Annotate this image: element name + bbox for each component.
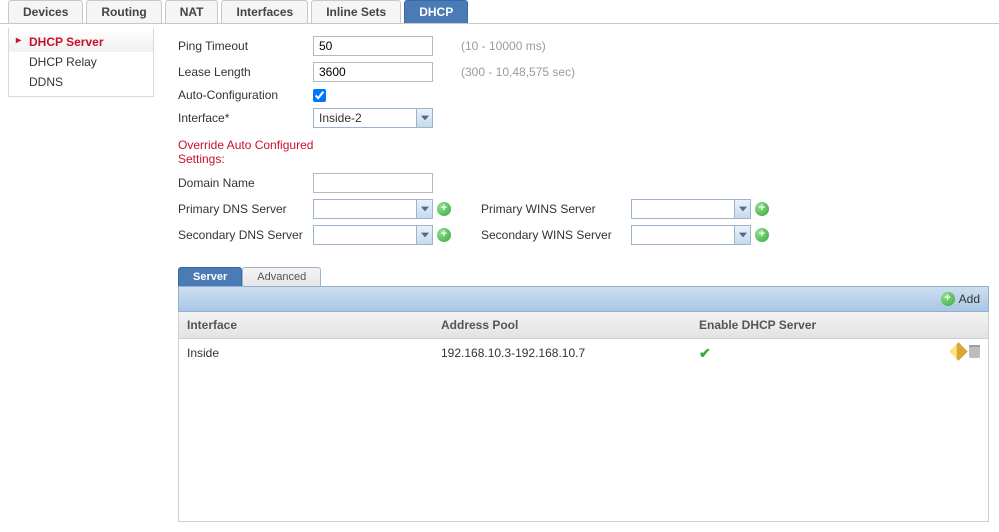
lease-length-input[interactable] — [313, 62, 433, 82]
ping-timeout-input[interactable] — [313, 36, 433, 56]
ping-timeout-label: Ping Timeout — [178, 39, 313, 53]
chevron-down-icon[interactable] — [416, 109, 432, 127]
content-panel: Ping Timeout (10 - 10000 ms) Lease Lengt… — [154, 24, 999, 532]
secondary-dns-select[interactable] — [313, 225, 433, 245]
secondary-wins-select[interactable] — [631, 225, 751, 245]
lease-length-hint: (300 - 10,48,575 sec) — [461, 65, 575, 79]
secondary-dns-label: Secondary DNS Server — [178, 228, 313, 242]
tab-inline-sets[interactable]: Inline Sets — [311, 0, 401, 23]
auto-config-label: Auto-Configuration — [178, 88, 313, 102]
sidebar-item-dhcp-server[interactable]: DHCP Server — [9, 32, 153, 52]
add-button-label: Add — [959, 292, 980, 306]
sub-tabs: Server Advanced — [178, 267, 989, 286]
tab-interfaces[interactable]: Interfaces — [221, 0, 308, 23]
domain-name-label: Domain Name — [178, 176, 313, 190]
lease-length-label: Lease Length — [178, 65, 313, 79]
primary-dns-label: Primary DNS Server — [178, 202, 313, 216]
primary-wins-select[interactable] — [631, 199, 751, 219]
tab-nat[interactable]: NAT — [165, 0, 219, 23]
col-enable-header: Enable DHCP Server — [691, 312, 944, 338]
cell-pool: 192.168.10.3-192.168.10.7 — [433, 340, 691, 366]
interface-select[interactable]: Inside-2 — [313, 108, 433, 128]
tab-dhcp[interactable]: DHCP — [404, 0, 468, 23]
check-icon: ✔ — [699, 345, 711, 362]
chevron-down-icon[interactable] — [734, 226, 750, 244]
col-pool-header: Address Pool — [433, 312, 691, 338]
chevron-down-icon[interactable] — [734, 200, 750, 218]
sub-tab-server[interactable]: Server — [178, 267, 242, 286]
primary-wins-label: Primary WINS Server — [481, 202, 631, 216]
sidebar-item-ddns[interactable]: DDNS — [9, 72, 153, 92]
auto-config-checkbox[interactable] — [313, 89, 326, 102]
delete-icon[interactable] — [969, 345, 980, 358]
tab-devices[interactable]: Devices — [8, 0, 83, 23]
sub-tab-advanced[interactable]: Advanced — [242, 267, 321, 286]
override-settings-heading: Override Auto Configured Settings: — [178, 138, 348, 167]
table-header: Interface Address Pool Enable DHCP Serve… — [179, 312, 988, 339]
table-row: Inside 192.168.10.3-192.168.10.7 ✔ — [179, 339, 988, 368]
table-toolbar: Add — [178, 286, 989, 312]
secondary-wins-label: Secondary WINS Server — [481, 228, 631, 242]
interface-select-value: Inside-2 — [314, 111, 416, 125]
chevron-down-icon[interactable] — [416, 226, 432, 244]
sidebar: DHCP Server DHCP Relay DDNS — [8, 28, 154, 97]
top-tabs: Devices Routing NAT Interfaces Inline Se… — [0, 0, 999, 24]
cell-interface: Inside — [179, 340, 433, 366]
tab-routing[interactable]: Routing — [86, 0, 161, 23]
col-actions-header — [944, 312, 988, 338]
col-interface-header: Interface — [179, 312, 433, 338]
sidebar-item-dhcp-relay[interactable]: DHCP Relay — [9, 52, 153, 72]
add-primary-dns-icon[interactable] — [437, 202, 451, 216]
chevron-down-icon[interactable] — [416, 200, 432, 218]
add-secondary-dns-icon[interactable] — [437, 228, 451, 242]
cell-enable: ✔ — [691, 339, 944, 368]
edit-icon[interactable] — [949, 343, 967, 361]
add-primary-wins-icon[interactable] — [755, 202, 769, 216]
interface-label: Interface* — [178, 111, 313, 125]
primary-dns-select[interactable] — [313, 199, 433, 219]
plus-icon — [941, 292, 955, 306]
ping-timeout-hint: (10 - 10000 ms) — [461, 39, 546, 53]
domain-name-input[interactable] — [313, 173, 433, 193]
row-actions — [952, 345, 980, 358]
add-button[interactable]: Add — [941, 292, 980, 306]
add-secondary-wins-icon[interactable] — [755, 228, 769, 242]
dhcp-table: Interface Address Pool Enable DHCP Serve… — [178, 312, 989, 522]
